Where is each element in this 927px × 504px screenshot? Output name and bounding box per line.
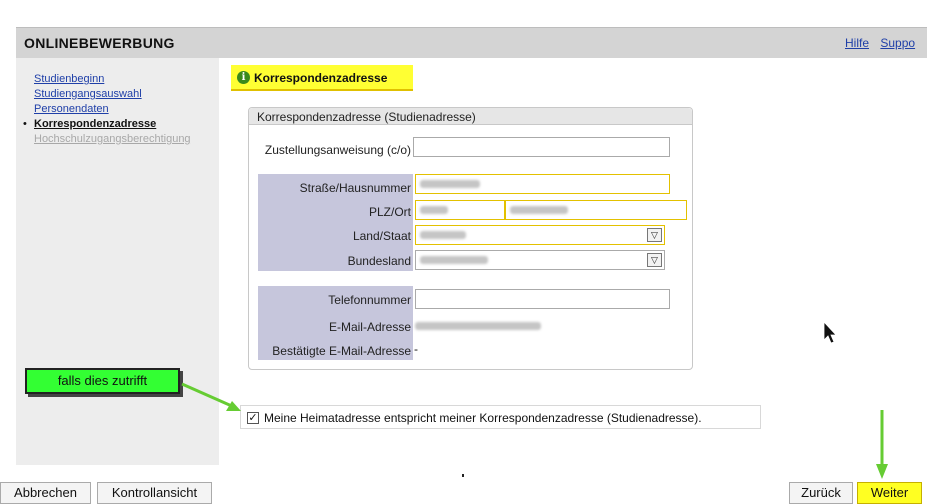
state-select[interactable]: ▽ <box>415 250 665 270</box>
section-tab: i Korrespondenzadresse <box>231 65 413 91</box>
header-links: Hilfe Suppo <box>845 36 923 50</box>
mouse-cursor-icon <box>823 320 837 344</box>
confirmed-email-value: - <box>414 342 418 356</box>
cancel-button[interactable]: Abbrechen <box>0 482 91 504</box>
country-select[interactable]: ▽ <box>415 225 665 245</box>
info-icon: i <box>237 71 250 84</box>
confirmed-email-label: Bestätigte E-Mail-Adresse <box>272 344 411 358</box>
header-bar: ONLINEBEWERBUNG Hilfe Suppo <box>16 27 927 58</box>
help-link[interactable]: Hilfe <box>845 36 869 50</box>
support-link[interactable]: Suppo <box>880 36 915 50</box>
fieldset-title: Korrespondenzadresse (Studienadresse) <box>249 108 692 125</box>
application-window: ONLINEBEWERBUNG Hilfe Suppo Studienbegin… <box>0 0 927 504</box>
chevron-down-icon[interactable]: ▽ <box>647 228 662 242</box>
sidebar-item-studienbeginn[interactable]: Studienbeginn <box>34 72 191 87</box>
country-value <box>420 231 466 239</box>
footer-bar: Abbrechen Kontrollansicht Zurück Weiter <box>0 482 927 504</box>
section-tab-label: Korrespondenzadresse <box>254 71 388 85</box>
annotation-arrow <box>876 410 888 479</box>
ort-input[interactable] <box>505 200 687 220</box>
sidebar-item-label: Hochschulzugangsberechtigung <box>34 133 191 145</box>
street-input[interactable] <box>415 174 670 194</box>
street-label: Straße/Hausnummer <box>299 181 411 195</box>
c-o-label: Zustellungsanweisung (c/o) <box>264 143 411 157</box>
c-o-input[interactable] <box>413 137 670 157</box>
plz-input[interactable] <box>415 200 505 220</box>
sidebar-item-korrespondenzadresse[interactable]: Korrespondenzadresse <box>23 117 191 132</box>
home-address-checkbox-label[interactable]: Meine Heimatadresse entspricht meiner Ko… <box>264 411 702 425</box>
chevron-down-icon[interactable]: ▽ <box>647 253 662 267</box>
sidebar-item-label[interactable]: Studiengangsauswahl <box>34 88 142 100</box>
divider <box>462 474 464 477</box>
sidebar-item-label[interactable]: Personendaten <box>34 103 109 115</box>
ort-value <box>510 206 568 214</box>
sidebar-item-personendaten[interactable]: Personendaten <box>34 102 191 117</box>
home-address-checkbox-row[interactable]: ✓ Meine Heimatadresse entspricht meiner … <box>240 405 761 429</box>
plz-value <box>420 206 448 214</box>
phone-input[interactable] <box>415 289 670 309</box>
app-title: ONLINEBEWERBUNG <box>24 35 175 51</box>
sidebar-item-studiengangsauswahl[interactable]: Studiengangsauswahl <box>34 87 191 102</box>
control-view-button[interactable]: Kontrollansicht <box>97 482 212 504</box>
next-button[interactable]: Weiter <box>857 482 922 504</box>
annotation-note: falls dies zutrifft <box>25 368 180 394</box>
street-value <box>420 180 480 188</box>
country-label: Land/Staat <box>352 229 411 243</box>
back-button[interactable]: Zurück <box>789 482 853 504</box>
sidebar-item-hochschulzugangsberechtigung: Hochschulzugangsberechtigung <box>34 132 191 147</box>
state-value <box>420 256 488 264</box>
email-label: E-Mail-Adresse <box>328 320 411 334</box>
email-value <box>415 322 541 330</box>
plz-ort-label: PLZ/Ort <box>368 205 411 219</box>
sidebar-item-label[interactable]: Korrespondenzadresse <box>34 118 156 130</box>
state-label: Bundesland <box>347 254 411 268</box>
home-address-checkbox[interactable]: ✓ <box>247 412 259 424</box>
phone-label: Telefonnummer <box>328 293 411 307</box>
sidebar-item-label[interactable]: Studienbeginn <box>34 73 104 85</box>
sidebar-nav: Studienbeginn Studiengangsauswahl Person… <box>16 58 219 465</box>
